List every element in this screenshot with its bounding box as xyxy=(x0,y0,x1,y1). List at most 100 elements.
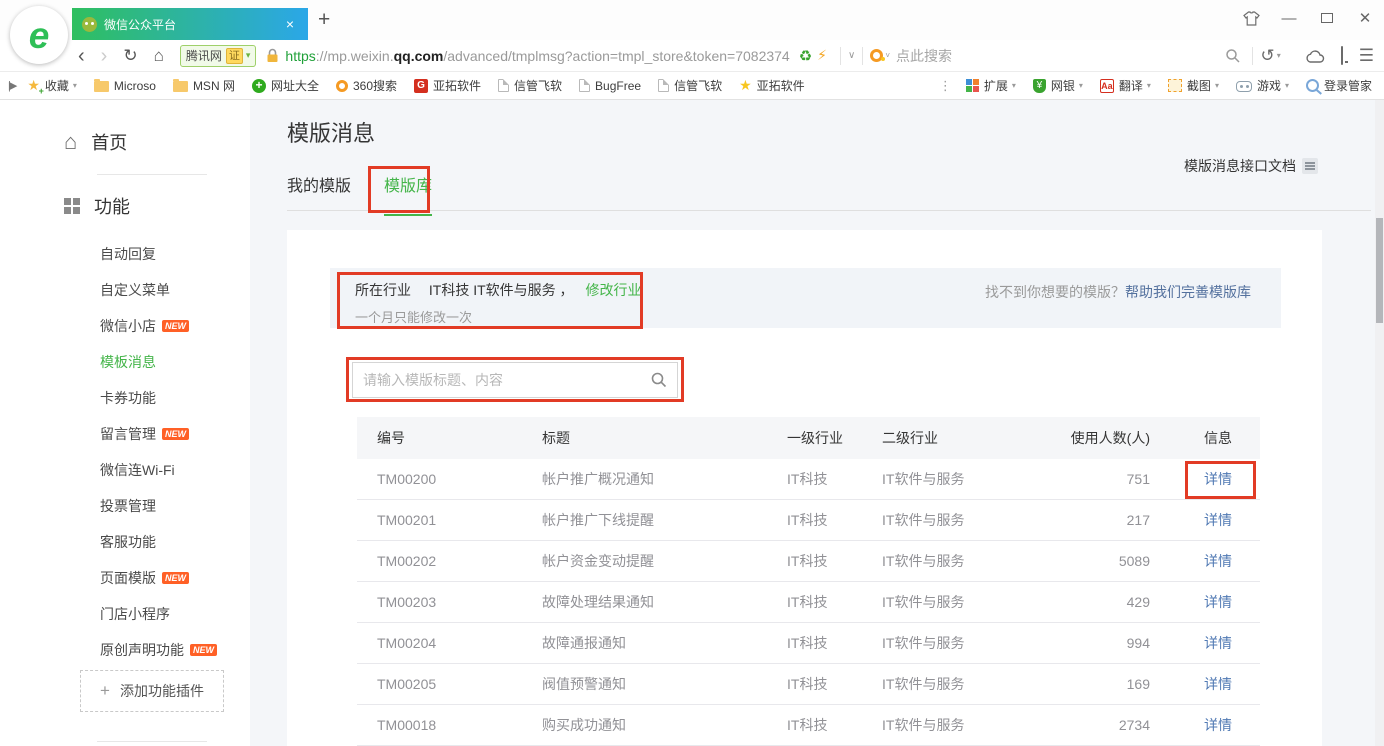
address-bar-actions: ♻ ⚡ ∨ xyxy=(794,47,871,65)
new-badge: NEW xyxy=(162,320,189,332)
sidebar-item-card-coupon[interactable]: 卡券功能 xyxy=(100,380,217,416)
close-button[interactable]: ✕ xyxy=(1356,10,1374,26)
detail-link[interactable]: 详情 xyxy=(1204,717,1232,733)
bookmark-yatuo-1[interactable]: G 亚拓软件 xyxy=(414,77,481,94)
toolbar-login-manager[interactable]: 登录管家 xyxy=(1306,77,1372,94)
industry-level1: IT科技 xyxy=(787,469,882,489)
industry-banner: 所在行业 IT科技 IT软件与服务 ， 修改行业 一个月只能修改一次 找不到你想… xyxy=(330,268,1281,328)
menu-icon[interactable]: ☰ xyxy=(1359,46,1374,66)
maximize-button[interactable] xyxy=(1318,10,1336,26)
home-icon: ⌂ xyxy=(64,131,77,153)
detail-link[interactable]: 详情 xyxy=(1204,635,1232,651)
bookmark-folder-microso[interactable]: Microso xyxy=(94,79,156,93)
search-icon[interactable] xyxy=(651,372,667,388)
page-title: 模版消息 xyxy=(287,116,375,148)
minimize-button[interactable]: — xyxy=(1280,10,1298,26)
bookmark-xinguanfei-2[interactable]: 信管飞软 xyxy=(658,77,722,94)
industry-level2: IT软件与服务 xyxy=(882,510,1052,530)
detail-link[interactable]: 详情 xyxy=(1204,553,1232,569)
bookmark-bugfree[interactable]: BugFree xyxy=(579,79,641,93)
template-help: 找不到你想要的模版？帮助我们完善模版库 xyxy=(985,268,1281,328)
improve-library-link[interactable]: 帮助我们完善模版库 xyxy=(1125,284,1251,300)
bookmark-folder-msn[interactable]: MSN 网 xyxy=(173,77,235,94)
template-table: 编号 标题 一级行业 二级行业 使用人数(人) 信息 TM00200 帐户推广概… xyxy=(357,417,1260,746)
template-id: TM00018 xyxy=(357,717,542,733)
bookmark-overflow-icon[interactable]: ⋮ xyxy=(939,78,952,94)
sidebar-item-wechat-store[interactable]: 微信小店NEW xyxy=(100,308,217,344)
theme-skin-icon[interactable] xyxy=(1242,10,1260,26)
user-count: 2734 xyxy=(1052,717,1176,733)
cloud-sync-icon[interactable] xyxy=(1305,49,1325,63)
sidebar-item-template-message[interactable]: 模板消息 xyxy=(100,344,217,380)
screenshot-icon xyxy=(1168,79,1182,92)
sidebar-item-store-miniprogram[interactable]: 门店小程序 xyxy=(100,596,217,632)
sidebar-expand-icon[interactable]: |▶ xyxy=(8,79,15,92)
toolbar-games[interactable]: 游戏 ▾ xyxy=(1236,77,1289,94)
sidebar-item-comment-management[interactable]: 留言管理NEW xyxy=(100,416,217,452)
forward-button[interactable]: › xyxy=(101,46,108,66)
search-icon[interactable] xyxy=(1225,48,1241,64)
extensions-icon xyxy=(966,79,979,92)
toolbar-online-banking[interactable]: ¥ 网银 ▾ xyxy=(1033,77,1083,94)
template-search-input[interactable] xyxy=(352,362,678,398)
back-button[interactable]: ‹ xyxy=(78,46,85,66)
tab-close-icon[interactable]: × xyxy=(282,16,298,32)
modify-industry-link[interactable]: 修改行业 xyxy=(585,282,641,298)
user-count: 5089 xyxy=(1052,553,1176,569)
detail-link[interactable]: 详情 xyxy=(1204,512,1232,528)
sidebar-item-original-statement[interactable]: 原创声明功能NEW xyxy=(100,632,217,668)
sidebar-item-auto-reply[interactable]: 自动回复 xyxy=(100,236,217,272)
toolbar-extensions[interactable]: 扩展 ▾ xyxy=(966,77,1016,94)
browser-search-box[interactable]: ˅ 点此搜索 xyxy=(870,46,1225,66)
detail-link[interactable]: 详情 xyxy=(1204,471,1232,487)
tab-title: 微信公众平台 xyxy=(104,16,282,33)
browser-tab[interactable]: 微信公众平台 × xyxy=(72,8,308,40)
detail-link[interactable]: 详情 xyxy=(1204,594,1232,610)
add-plugin-button[interactable]: + 添加功能插件 xyxy=(80,670,224,712)
industry-level1: IT科技 xyxy=(787,551,882,571)
template-title: 故障通报通知 xyxy=(542,633,787,653)
bookmark-favorites[interactable]: ★+ 收藏 ▾ xyxy=(27,77,77,94)
sidebar-section-features: 功能 xyxy=(64,188,130,224)
refresh-button[interactable]: ↻ xyxy=(123,47,137,64)
user-count: 994 xyxy=(1052,635,1176,651)
toolbar-translate[interactable]: Aa 翻译 ▾ xyxy=(1100,77,1151,94)
bookmark-360-search[interactable]: 360搜索 xyxy=(336,77,397,94)
detail-link[interactable]: 详情 xyxy=(1204,676,1232,692)
industry-level2: IT软件与服务 xyxy=(882,674,1052,694)
history-undo-icon[interactable]: ↺ xyxy=(1260,46,1274,66)
sidebar-item-voting[interactable]: 投票管理 xyxy=(100,488,217,524)
undo-dropdown-icon[interactable]: ▾ xyxy=(1277,51,1281,60)
url-dropdown-icon[interactable]: ∨ xyxy=(848,50,855,61)
sidebar-item-wifi[interactable]: 微信连Wi-Fi xyxy=(100,452,217,488)
sidebar-item-customer-service[interactable]: 客服功能 xyxy=(100,524,217,560)
bookmark-site-nav[interactable]: + 网址大全 xyxy=(252,77,319,94)
col-header-industry1: 一级行业 xyxy=(787,428,882,448)
url-text[interactable]: https://mp.weixin.qq.com/advanced/tmplms… xyxy=(285,48,789,64)
search-engine-dropdown-icon[interactable]: ˅ xyxy=(885,51,890,60)
template-title: 故障处理结果通知 xyxy=(542,592,787,612)
bookmark-xinguanfei-1[interactable]: 信管飞软 xyxy=(498,77,562,94)
no-trace-icon[interactable]: ♻ xyxy=(799,47,812,65)
cert-badge: 证 xyxy=(226,48,243,64)
sidebar-item-home[interactable]: ⌂ 首页 xyxy=(64,124,127,160)
scrollbar-thumb[interactable] xyxy=(1376,218,1383,323)
sidebar-item-page-template[interactable]: 页面模版NEW xyxy=(100,560,217,596)
speed-boost-icon[interactable]: ⚡ xyxy=(817,47,827,64)
table-row: TM00018 购买成功通知 IT科技 IT软件与服务 2734 详情 xyxy=(357,705,1260,746)
chevron-down-icon: ▾ xyxy=(73,81,77,90)
bookmark-yatuo-2[interactable]: ★ 亚拓软件 xyxy=(739,77,805,94)
mobile-icon[interactable] xyxy=(1341,47,1343,65)
site-identity-badge[interactable]: 腾讯网 证 ▾ xyxy=(180,45,257,67)
api-doc-link[interactable]: 模版消息接口文档 xyxy=(1184,156,1318,176)
page-scrollbar[interactable] xyxy=(1375,100,1384,746)
new-badge: NEW xyxy=(162,572,189,584)
new-tab-button[interactable]: + xyxy=(318,10,330,30)
industry-info: 所在行业 IT科技 IT软件与服务 ， 修改行业 一个月只能修改一次 xyxy=(330,268,641,328)
browser-logo-icon[interactable]: e xyxy=(10,6,68,64)
sidebar-item-custom-menu[interactable]: 自定义菜单 xyxy=(100,272,217,308)
extension-toolbar: 扩展 ▾ ¥ 网银 ▾ Aa 翻译 ▾ 截图 ▾ 游戏 ▾ 登录管家 xyxy=(966,77,1376,94)
home-button[interactable]: ⌂ xyxy=(154,47,164,64)
toolbar-screenshot[interactable]: 截图 ▾ xyxy=(1168,77,1219,94)
industry-level2: IT软件与服务 xyxy=(882,551,1052,571)
